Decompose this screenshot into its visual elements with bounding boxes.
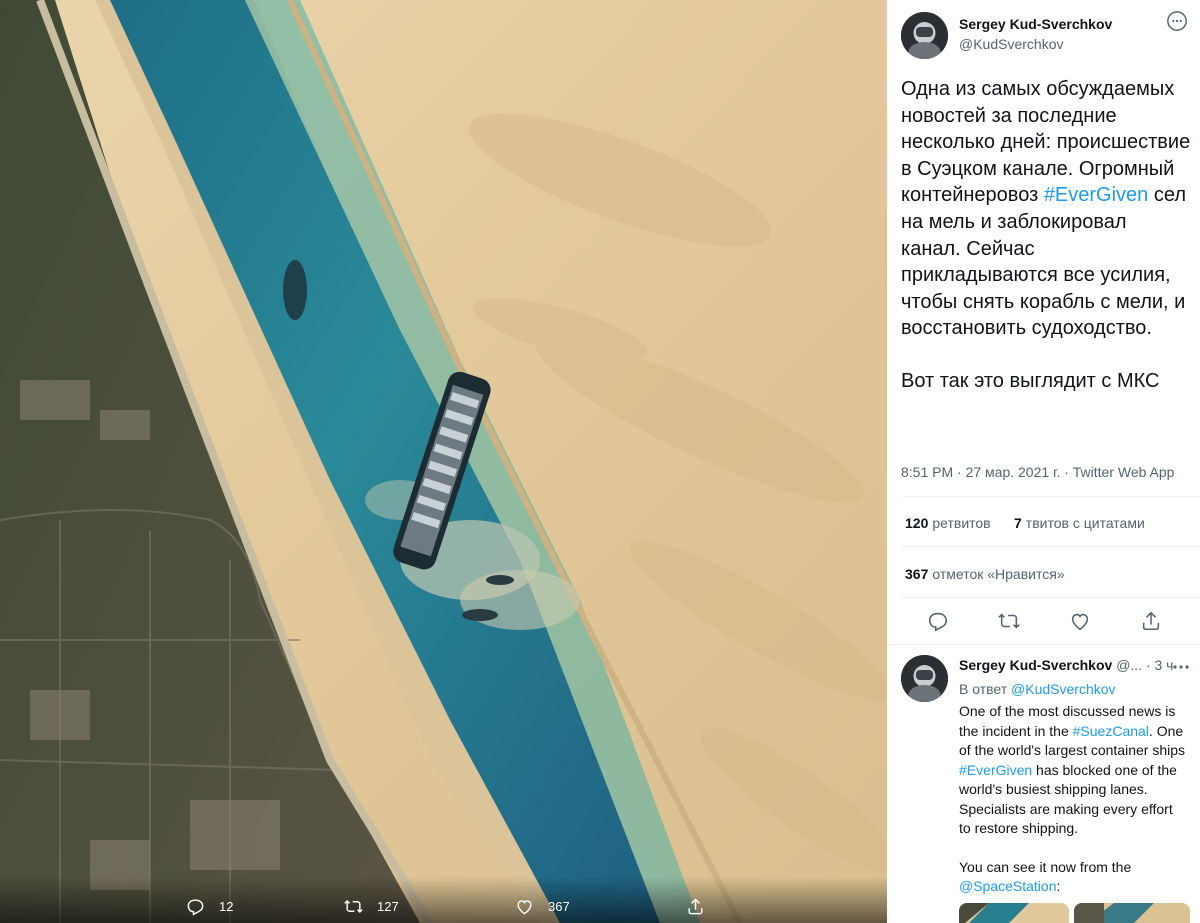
reply-media-thumbnail[interactable] bbox=[1074, 903, 1190, 923]
retweet-icon[interactable] bbox=[998, 610, 1020, 632]
media-like-count: 367 bbox=[548, 898, 570, 914]
media-reply-count: 12 bbox=[219, 898, 234, 914]
tweet-text-part2: сел на мель и заблокировал канал. Сейчас… bbox=[901, 184, 1186, 340]
reply-header: Sergey Kud-Sverchkov @... · 3 ч bbox=[959, 657, 1173, 673]
divider bbox=[887, 644, 1200, 645]
reply-text: One of the most discussed news is the in… bbox=[959, 702, 1187, 897]
divider bbox=[901, 597, 1200, 598]
hashtag-evergiven-link[interactable]: #EverGiven bbox=[959, 762, 1032, 778]
author-name[interactable]: Sergey Kud-Sverchkov bbox=[959, 16, 1112, 32]
spacestation-mention-link[interactable]: @SpaceStation bbox=[959, 878, 1057, 894]
reply-avatar[interactable] bbox=[901, 655, 948, 702]
reply-icon bbox=[187, 898, 204, 916]
share-icon[interactable] bbox=[1140, 610, 1162, 632]
divider bbox=[901, 496, 1200, 497]
satellite-photo bbox=[0, 0, 887, 923]
avatar[interactable] bbox=[901, 12, 948, 59]
media-retweet-count: 127 bbox=[377, 898, 399, 914]
media-retweet-button[interactable]: 127 bbox=[344, 895, 399, 917]
more-icon[interactable] bbox=[1172, 660, 1190, 674]
reply-text-d: You can see it now from the bbox=[959, 858, 1132, 875]
share-icon bbox=[688, 897, 703, 914]
reply-text-e: : bbox=[1056, 878, 1061, 894]
hashtag-link[interactable]: #EverGiven bbox=[1044, 184, 1149, 206]
retweet-icon bbox=[344, 899, 363, 913]
media-like-button[interactable]: 367 bbox=[515, 895, 570, 917]
tweet-actions bbox=[901, 606, 1191, 636]
hashtag-suezcanal-link[interactable]: #SuezCanal bbox=[1073, 723, 1149, 739]
media-viewer[interactable]: 12 127 367 bbox=[0, 0, 887, 923]
quotes-stat[interactable]: 7 твитов с цитатами bbox=[1014, 515, 1145, 531]
likes-label: отметок «Нравится» bbox=[932, 566, 1065, 582]
likes-count: 367 bbox=[905, 566, 929, 582]
reply-to-handle[interactable]: @KudSverchkov bbox=[1011, 681, 1115, 697]
retweets-stat[interactable]: 120 ретвитов bbox=[905, 515, 991, 531]
divider bbox=[901, 546, 1200, 547]
reply-meta: @... · 3 ч bbox=[1116, 657, 1174, 673]
media-reply-button[interactable]: 12 bbox=[186, 895, 233, 917]
quotes-label: твитов с цитатами bbox=[1025, 515, 1145, 531]
author-handle[interactable]: @KudSverchkov bbox=[959, 36, 1063, 52]
reply-icon[interactable] bbox=[927, 610, 949, 632]
retweets-label: ретвитов bbox=[932, 515, 991, 531]
more-icon[interactable] bbox=[1166, 10, 1188, 32]
retweets-count: 120 bbox=[905, 515, 929, 531]
tweet-text: Одна из самых обсуждаемых новостей за по… bbox=[901, 76, 1191, 395]
tweet-panel: Sergey Kud-Sverchkov @KudSverchkov Одна … bbox=[887, 0, 1200, 923]
reply-author-name[interactable]: Sergey Kud-Sverchkov bbox=[959, 657, 1112, 673]
tweet-timestamp[interactable]: 8:51 PM · 27 мар. 2021 г. · Twitter Web … bbox=[901, 464, 1174, 480]
like-icon bbox=[517, 899, 532, 914]
quotes-count: 7 bbox=[1014, 515, 1022, 531]
tweet-text-part3: Вот так это выглядит с МКС bbox=[901, 369, 1160, 392]
media-action-bar bbox=[0, 877, 887, 923]
reply-to-line: В ответ @KudSverchkov bbox=[959, 681, 1116, 697]
like-icon[interactable] bbox=[1069, 610, 1091, 632]
media-share-button[interactable] bbox=[686, 895, 719, 917]
reply-to-label: В ответ bbox=[959, 681, 1008, 697]
likes-stat[interactable]: 367 отметок «Нравится» bbox=[905, 566, 1065, 582]
reply-media-thumbnail[interactable] bbox=[959, 903, 1069, 923]
